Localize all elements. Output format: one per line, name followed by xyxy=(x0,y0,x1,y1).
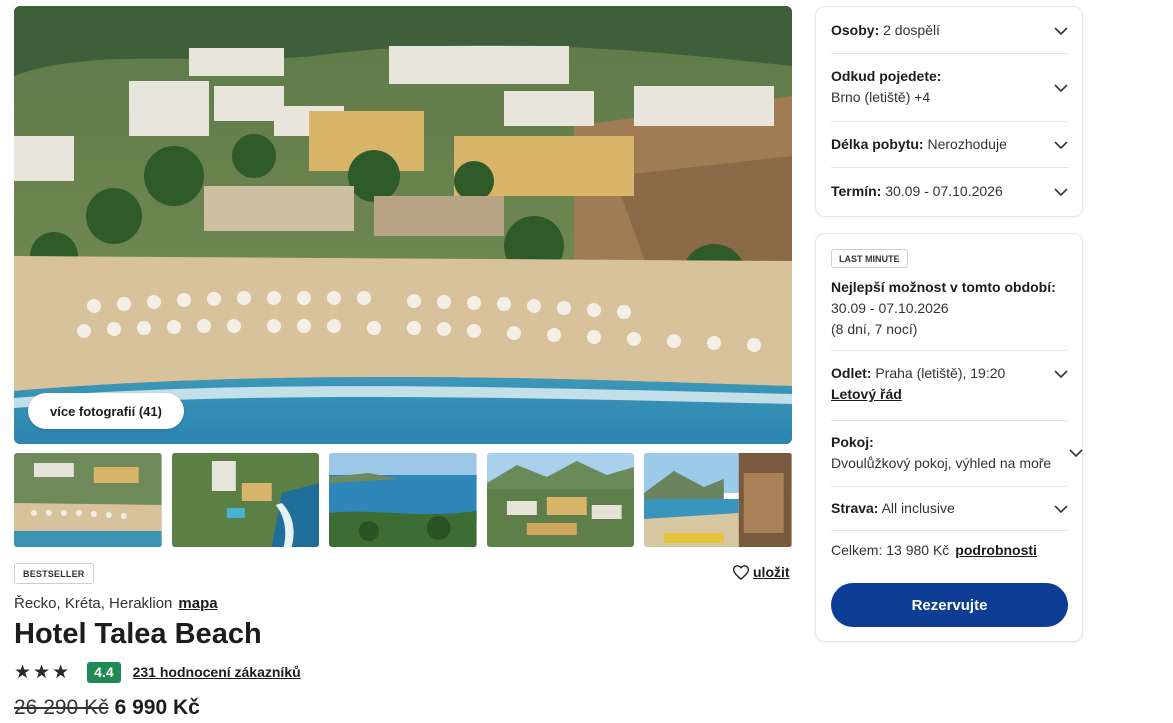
last-minute-badge: LAST MINUTE xyxy=(831,249,908,268)
thumbnail-image xyxy=(14,453,162,547)
divider xyxy=(831,486,1068,487)
star-icon: ★ xyxy=(33,661,51,683)
chevron-down-icon xyxy=(1054,141,1068,149)
reviews-link[interactable]: 231 hodnocení zákazníků xyxy=(133,664,301,680)
thumbnail-image xyxy=(171,453,320,547)
departure-selector[interactable]: Odkud pojedete: Brno (letiště) +4 xyxy=(831,66,1068,108)
location-text: Řecko, Kréta, Heraklion xyxy=(14,595,173,612)
stay-length-selector[interactable]: Délka pobytu: Nerozhoduje xyxy=(831,134,1068,155)
thumbnail-beach-overview[interactable] xyxy=(14,453,162,547)
hotel-name: Hotel Talea Beach xyxy=(14,618,262,650)
chevron-down-icon xyxy=(1054,370,1068,378)
divider xyxy=(831,121,1068,122)
departure-label: Odkud pojedete: xyxy=(831,68,942,84)
rating-row: ★ ★ ★ 4.4 231 hodnocení zákazníků xyxy=(14,661,301,683)
date-value: 30.09 - 07.10.2026 xyxy=(885,183,1003,199)
total-price-text: Celkem: 13 980 Kč xyxy=(831,542,950,558)
room-value: Dvoulůžkový pokoj, výhled na moře xyxy=(831,455,1052,471)
flight-value: Praha (letiště), 19:20 xyxy=(875,365,1006,381)
thumbnail-terrace-view[interactable] xyxy=(644,453,792,547)
star-icon: ★ xyxy=(14,661,32,683)
hotel-location: Řecko, Kréta, Heraklion mapa xyxy=(14,595,218,612)
bestseller-badge: BESTSELLER xyxy=(14,563,94,584)
board-selector[interactable]: Strava: All inclusive xyxy=(831,498,1068,519)
persons-label: Osoby: xyxy=(831,22,880,38)
chevron-down-icon xyxy=(1054,84,1068,92)
price-details-link[interactable]: podrobnosti xyxy=(955,542,1037,558)
hero-photo-image xyxy=(14,6,792,444)
save-button[interactable]: uložit xyxy=(733,564,790,580)
thumbnail-hotel-town[interactable] xyxy=(486,453,635,547)
divider xyxy=(831,167,1068,168)
date-selector[interactable]: Termín: 30.09 - 07.10.2026 xyxy=(831,181,1068,202)
thumbnail-image xyxy=(329,453,477,547)
divider xyxy=(831,53,1068,54)
board-value: All inclusive xyxy=(881,500,955,516)
best-option-dates: 30.09 - 07.10.2026 xyxy=(831,300,949,316)
stay-length-label: Délka pobytu: xyxy=(831,136,924,152)
original-price: 26 290 Kč xyxy=(14,696,109,719)
price-row: 26 290 Kč 6 990 Kč xyxy=(14,696,200,720)
thumbnail-bay-view[interactable] xyxy=(329,453,477,547)
chevron-down-icon xyxy=(1054,505,1068,513)
persons-value: 2 dospělí xyxy=(883,22,940,38)
save-label: uložit xyxy=(753,564,790,580)
divider xyxy=(831,420,1068,421)
flight-selector[interactable]: Odlet: Praha (letiště), 19:20 Letový řád xyxy=(831,363,1068,407)
stay-length-value: Nerozhoduje xyxy=(927,136,1007,152)
thumbnail-image xyxy=(486,453,635,547)
current-price: 6 990 Kč xyxy=(114,696,200,719)
chevron-down-icon xyxy=(1069,449,1083,457)
rating-score-badge: 4.4 xyxy=(87,661,121,683)
date-label: Termín: xyxy=(831,183,882,199)
flight-schedule-link[interactable]: Letový řád xyxy=(831,386,902,402)
star-icon: ★ xyxy=(52,661,70,683)
best-option: Nejlepší možnost v tomto období: 30.09 -… xyxy=(831,277,1056,340)
heart-icon xyxy=(733,564,749,580)
best-option-nights: (8 dní, 7 nocí) xyxy=(831,321,918,337)
hero-photo[interactable] xyxy=(14,6,792,444)
thumbnail-aerial-pool[interactable] xyxy=(171,453,320,547)
room-selector[interactable]: Pokoj: Dvoulůžkový pokoj, výhled na moře xyxy=(831,432,1083,474)
hotel-stars: ★ ★ ★ xyxy=(14,663,69,682)
search-filters-card: Osoby: 2 dospělí Odkud pojedete: Brno (l… xyxy=(815,6,1083,217)
departure-value: Brno (letiště) +4 xyxy=(831,89,931,105)
offer-card: LAST MINUTE Nejlepší možnost v tomto obd… xyxy=(815,233,1083,642)
room-label: Pokoj: xyxy=(831,434,874,450)
thumbnail-strip xyxy=(14,453,792,547)
map-link[interactable]: mapa xyxy=(178,595,217,612)
thumbnail-image xyxy=(644,453,792,547)
chevron-down-icon xyxy=(1054,27,1068,35)
divider xyxy=(831,530,1068,531)
total-price: Celkem: 13 980 Kč podrobnosti xyxy=(831,542,1037,558)
more-photos-button[interactable]: více fotografií (41) xyxy=(28,393,184,429)
best-option-title: Nejlepší možnost v tomto období: xyxy=(831,279,1056,295)
flight-label: Odlet: xyxy=(831,365,872,381)
chevron-down-icon xyxy=(1054,188,1068,196)
persons-selector[interactable]: Osoby: 2 dospělí xyxy=(831,20,1068,41)
reserve-button[interactable]: Rezervujte xyxy=(831,583,1068,627)
board-label: Strava: xyxy=(831,500,879,516)
divider xyxy=(831,350,1068,351)
